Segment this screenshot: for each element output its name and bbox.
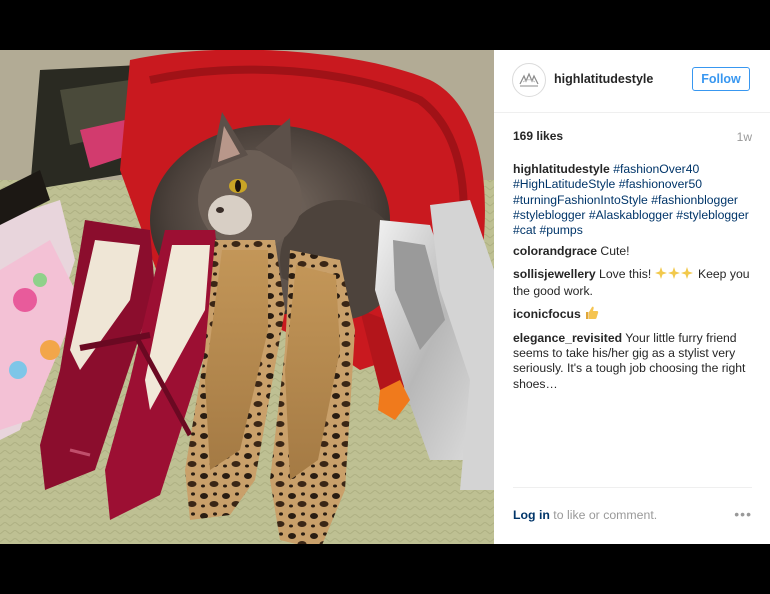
comment-author[interactable]: sollisjewellery [513, 267, 596, 281]
instagram-post-embed: highlatitudestyle Follow 169 likes 1w hi… [0, 50, 770, 544]
comment-text: Cute! [600, 244, 630, 259]
comments-list: highlatitudestyle #fashionOver40 #HighLa… [513, 162, 753, 398]
post-header: highlatitudestyle Follow [494, 50, 770, 113]
hashtag[interactable]: #fashionover50 [619, 177, 702, 191]
post-footer: Log in to like or comment. ••• [513, 487, 752, 544]
thumbs-up-icon [584, 305, 599, 324]
more-options-icon[interactable]: ••• [734, 506, 752, 522]
hashtag[interactable]: #fashionOver40 [613, 162, 699, 176]
comment-text: Love this! [599, 266, 652, 281]
hashtag[interactable]: #cat [513, 223, 536, 237]
comment-item: elegance_revisited Your little furry fri… [513, 331, 753, 392]
comment-author[interactable]: highlatitudestyle [513, 162, 610, 176]
comment-item: iconicfocus [513, 305, 753, 324]
post-username[interactable]: highlatitudestyle [554, 72, 653, 86]
likes-count[interactable]: 169 likes [513, 129, 563, 143]
comment-author[interactable]: colorandgrace [513, 244, 597, 258]
follow-button[interactable]: Follow [692, 67, 750, 91]
hashtag[interactable]: #fashionblogger [651, 193, 738, 207]
hashtag[interactable]: #pumps [539, 223, 582, 237]
comment-author[interactable]: iconicfocus [513, 307, 581, 321]
comment-author[interactable]: elegance_revisited [513, 331, 622, 345]
caption: highlatitudestyle #fashionOver40 #HighLa… [513, 162, 753, 238]
login-suffix: to like or comment. [549, 508, 658, 522]
high-latitude-logo-icon [519, 72, 539, 87]
post-age[interactable]: 1w [737, 130, 752, 144]
comment-item: colorandgrace Cute! [513, 244, 753, 259]
post-photo[interactable] [0, 50, 494, 544]
avatar[interactable] [512, 63, 546, 97]
sparkles-icon [654, 266, 695, 284]
hashtag[interactable]: #styleblogger [676, 208, 749, 222]
post-side-panel: highlatitudestyle Follow 169 likes 1w hi… [494, 50, 770, 544]
photo-illustration [0, 50, 494, 544]
login-prompt: Log in to like or comment. [513, 508, 657, 522]
hashtag[interactable]: #Alaskablogger [589, 208, 673, 222]
hashtag[interactable]: #turningFashionIntoStyle [513, 193, 648, 207]
comment-item: sollisjewellery Love this! Keep you the … [513, 266, 753, 300]
login-link[interactable]: Log in [513, 508, 550, 522]
hashtag[interactable]: #HighLatitudeStyle [513, 177, 615, 191]
hashtag[interactable]: #styleblogger [513, 208, 586, 222]
